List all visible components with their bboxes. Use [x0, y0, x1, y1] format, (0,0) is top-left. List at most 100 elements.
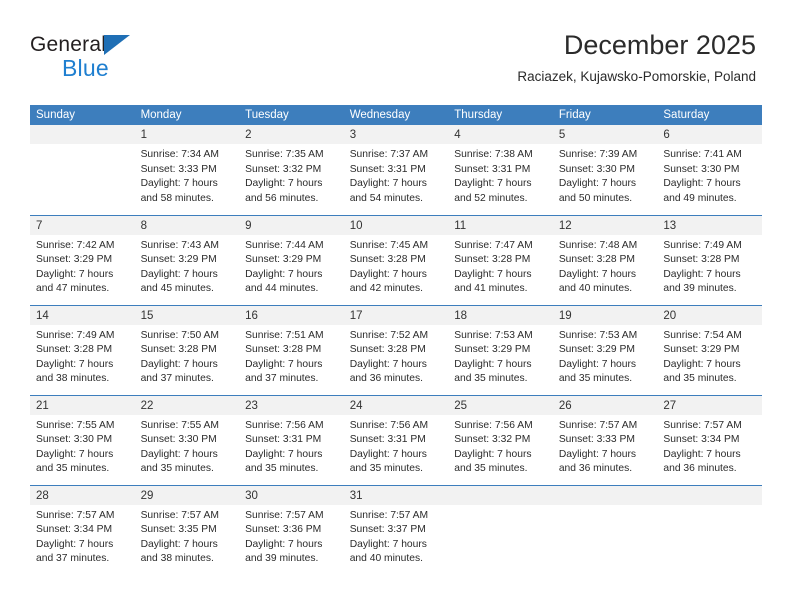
calendar-day-cell [552, 484, 658, 575]
sunset-text: Sunset: 3:29 PM [140, 254, 217, 266]
calendar-day-cell[interactable]: 7 Sunrise: 7:42 AM Sunset: 3:29 PM Daylight… [30, 214, 135, 305]
day-sun-info: Sunrise: 7:43 AM Sunset: 3:29 PM Daylight:… [135, 235, 240, 297]
calendar-day-cell[interactable]: 14 Sunrise: 7:49 AM Sunset: 3:28 PM Dayligh… [30, 304, 135, 395]
calendar-day-cell[interactable]: 12 Sunrise: 7:48 AM Sunset: 3:28 PM Dayligh… [552, 214, 658, 305]
calendar-day-cell[interactable]: 20 Sunrise: 7:54 AM Sunset: 3:29 PM Dayligh… [657, 304, 762, 395]
calendar-day-cell[interactable]: 4 Sunrise: 7:38 AM Sunset: 3:31 PM Daylight… [448, 125, 553, 215]
sunset-text: Sunset: 3:33 PM [558, 434, 635, 446]
daylight-text-line2: and 56 minutes. [245, 192, 319, 204]
calendar-day-cell[interactable]: 9 Sunrise: 7:44 AM Sunset: 3:29 PM Daylight… [239, 214, 344, 305]
weekday-header-thursday: Thursday [448, 105, 553, 125]
calendar-day-cell[interactable]: 13 Sunrise: 7:49 AM Sunset: 3:28 PM Dayligh… [657, 214, 762, 305]
calendar-day-cell[interactable]: 19 Sunrise: 7:53 AM Sunset: 3:29 PM Dayligh… [552, 304, 658, 395]
calendar-day-cell[interactable]: 8 Sunrise: 7:43 AM Sunset: 3:29 PM Daylight… [134, 214, 240, 305]
daylight-text-line1: Daylight: 7 hours [663, 358, 741, 370]
sunrise-text: Sunrise: 7:39 AM [558, 149, 638, 160]
daylight-text-line1: Daylight: 7 hours [349, 268, 427, 280]
calendar-day-cell[interactable]: 24 Sunrise: 7:56 AM Sunset: 3:31 PM Dayligh… [343, 394, 449, 485]
day-sun-info: Sunrise: 7:52 AM Sunset: 3:28 PM Daylight:… [344, 325, 449, 387]
sunset-text: Sunset: 3:28 PM [140, 344, 217, 356]
calendar-day-cell [657, 484, 762, 575]
calendar-day-cell[interactable]: 1 Sunrise: 7:34 AM Sunset: 3:33 PM Daylight… [134, 125, 240, 215]
sunrise-text: Sunrise: 7:49 AM [36, 329, 115, 341]
day-number: 16 [239, 305, 344, 325]
daylight-text-line2: and 35 minutes. [36, 463, 110, 475]
calendar-day-cell[interactable]: 31 Sunrise: 7:57 AM Sunset: 3:37 PM Dayligh… [343, 484, 449, 575]
daylight-text-line1: Daylight: 7 hours [140, 358, 218, 370]
calendar-day-cell[interactable]: 11 Sunrise: 7:47 AM Sunset: 3:28 PM Dayligh… [448, 214, 553, 305]
daylight-text-line2: and 39 minutes. [663, 283, 737, 295]
day-number: 20 [657, 305, 762, 325]
calendar-day-cell[interactable]: 16 Sunrise: 7:51 AM Sunset: 3:28 PM Dayligh… [239, 304, 344, 395]
day-cell-inner: 6 Sunrise: 7:41 AM Sunset: 3:30 PM Daylight… [657, 125, 762, 214]
sunrise-text: Sunrise: 7:42 AM [36, 239, 115, 251]
sunset-text: Sunset: 3:29 PM [663, 344, 740, 356]
calendar-day-cell[interactable]: 15 Sunrise: 7:50 AM Sunset: 3:28 PM Dayligh… [134, 304, 240, 395]
calendar-day-cell[interactable]: 30 Sunrise: 7:57 AM Sunset: 3:36 PM Dayligh… [239, 484, 344, 575]
daylight-text-line2: and 39 minutes. [245, 553, 319, 565]
day-sun-info: Sunrise: 7:57 AM Sunset: 3:34 PM Daylight:… [657, 415, 762, 477]
calendar-day-cell[interactable]: 27 Sunrise: 7:57 AM Sunset: 3:34 PM Dayligh… [657, 394, 762, 485]
sunrise-text: Sunrise: 7:57 AM [349, 509, 429, 521]
general-blue-logo: General Blue [30, 33, 180, 81]
day-number: 17 [343, 305, 449, 325]
day-number: 5 [552, 125, 658, 144]
day-cell-inner: 31 Sunrise: 7:57 AM Sunset: 3:37 PM Dayligh… [343, 485, 449, 575]
day-number: 14 [30, 305, 135, 325]
calendar-day-cell[interactable]: 21 Sunrise: 7:55 AM Sunset: 3:30 PM Dayligh… [30, 394, 135, 485]
sunset-text: Sunset: 3:29 PM [36, 254, 113, 266]
day-sun-info: Sunrise: 7:49 AM Sunset: 3:28 PM Daylight:… [30, 325, 135, 387]
daylight-text-line1: Daylight: 7 hours [140, 268, 218, 280]
daylight-text-line1: Daylight: 7 hours [349, 448, 427, 460]
day-sun-info: Sunrise: 7:57 AM Sunset: 3:34 PM Daylight:… [30, 505, 135, 567]
weekday-header-friday: Friday [552, 105, 658, 125]
calendar-day-cell[interactable]: 10 Sunrise: 7:45 AM Sunset: 3:28 PM Dayligh… [343, 214, 449, 305]
calendar-day-cell[interactable]: 26 Sunrise: 7:57 AM Sunset: 3:33 PM Dayligh… [552, 394, 658, 485]
sunrise-text: Sunrise: 7:56 AM [349, 419, 429, 431]
daylight-text-line1: Daylight: 7 hours [245, 178, 323, 190]
day-cell-inner: 29 Sunrise: 7:57 AM Sunset: 3:35 PM Dayligh… [134, 485, 240, 575]
day-number: 26 [552, 395, 658, 415]
day-sun-info: Sunrise: 7:34 AM Sunset: 3:33 PM Daylight:… [135, 144, 240, 206]
sunrise-text: Sunrise: 7:45 AM [349, 239, 429, 251]
calendar-day-cell[interactable]: 23 Sunrise: 7:56 AM Sunset: 3:31 PM Dayligh… [239, 394, 344, 485]
sunrise-text: Sunrise: 7:35 AM [245, 149, 324, 160]
calendar-day-cell[interactable]: 17 Sunrise: 7:52 AM Sunset: 3:28 PM Dayligh… [343, 304, 449, 395]
calendar-day-cell[interactable]: 22 Sunrise: 7:55 AM Sunset: 3:30 PM Dayligh… [134, 394, 240, 485]
day-cell-inner: 19 Sunrise: 7:53 AM Sunset: 3:29 PM Dayligh… [552, 305, 658, 395]
sunset-text: Sunset: 3:28 PM [558, 254, 635, 266]
calendar-day-cell[interactable]: 5 Sunrise: 7:39 AM Sunset: 3:30 PM Daylight… [552, 125, 658, 215]
daylight-text-line1: Daylight: 7 hours [454, 358, 532, 370]
day-number: 27 [657, 395, 762, 415]
sunrise-text: Sunrise: 7:38 AM [454, 149, 533, 160]
day-number [30, 125, 135, 144]
day-cell-inner: 21 Sunrise: 7:55 AM Sunset: 3:30 PM Dayligh… [30, 395, 135, 485]
calendar-day-cell[interactable]: 3 Sunrise: 7:37 AM Sunset: 3:31 PM Daylight… [343, 125, 449, 215]
calendar-day-cell[interactable]: 6 Sunrise: 7:41 AM Sunset: 3:30 PM Daylight… [657, 125, 762, 215]
calendar-body: 1 Sunrise: 7:34 AM Sunset: 3:33 PM Daylight… [30, 125, 762, 575]
sunset-text: Sunset: 3:28 PM [663, 254, 740, 266]
weekday-header-wednesday: Wednesday [343, 105, 449, 125]
daylight-text-line2: and 38 minutes. [140, 553, 214, 565]
sunset-text: Sunset: 3:31 PM [454, 163, 531, 175]
day-cell-inner: 3 Sunrise: 7:37 AM Sunset: 3:31 PM Daylight… [343, 125, 449, 214]
calendar-day-cell[interactable]: 18 Sunrise: 7:53 AM Sunset: 3:29 PM Dayligh… [448, 304, 553, 395]
daylight-text-line1: Daylight: 7 hours [663, 178, 741, 190]
daylight-text-line2: and 36 minutes. [663, 463, 737, 475]
calendar-week-row: 21 Sunrise: 7:55 AM Sunset: 3:30 PM Dayligh… [30, 394, 762, 485]
sunset-text: Sunset: 3:29 PM [245, 254, 322, 266]
calendar-day-cell[interactable]: 29 Sunrise: 7:57 AM Sunset: 3:35 PM Dayligh… [134, 484, 240, 575]
sunrise-text: Sunrise: 7:47 AM [454, 239, 533, 251]
daylight-text-line1: Daylight: 7 hours [558, 448, 637, 460]
calendar-day-cell[interactable]: 28 Sunrise: 7:57 AM Sunset: 3:34 PM Dayligh… [30, 484, 135, 575]
day-cell-inner: 30 Sunrise: 7:57 AM Sunset: 3:36 PM Dayligh… [239, 485, 344, 575]
daylight-text-line2: and 49 minutes. [663, 192, 737, 204]
calendar-week-row: 28 Sunrise: 7:57 AM Sunset: 3:34 PM Dayligh… [30, 484, 762, 575]
daylight-text-line2: and 45 minutes. [140, 283, 214, 295]
sunset-text: Sunset: 3:30 PM [663, 163, 740, 175]
sunrise-text: Sunrise: 7:44 AM [245, 239, 324, 251]
daylight-text-line2: and 50 minutes. [558, 192, 633, 204]
daylight-text-line2: and 37 minutes. [36, 553, 110, 565]
calendar-day-cell[interactable]: 25 Sunrise: 7:56 AM Sunset: 3:32 PM Dayligh… [448, 394, 553, 485]
calendar-day-cell[interactable]: 2 Sunrise: 7:35 AM Sunset: 3:32 PM Daylight… [239, 125, 344, 215]
